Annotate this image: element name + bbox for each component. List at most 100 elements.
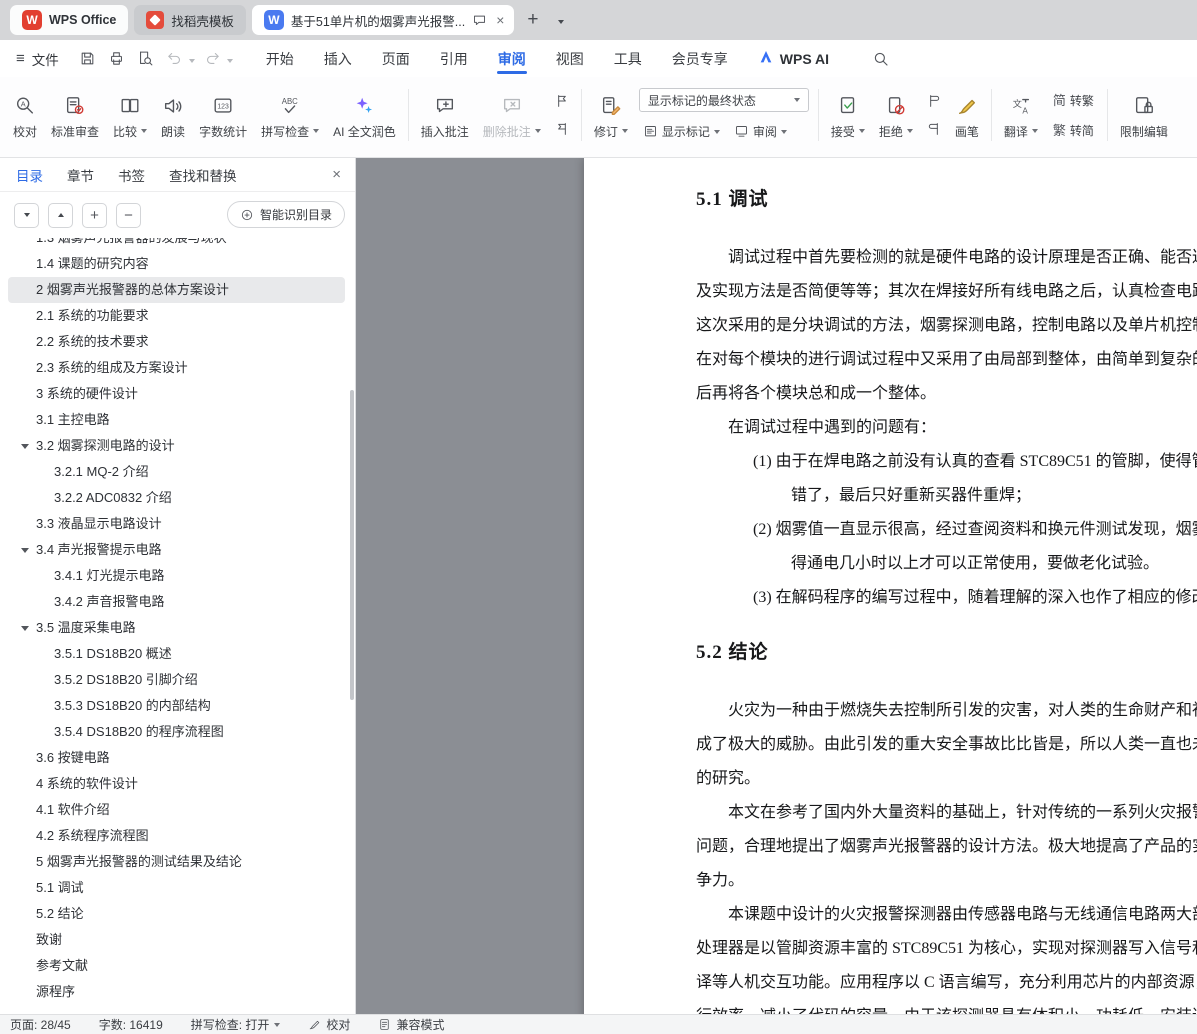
doc-line[interactable]: (1) 由于在焊电路之前没有认真的查看 STC89C51 的管脚，使得管脚 [696, 445, 1197, 479]
doc-line[interactable]: 行效率，减小了代码的容量。由于该探测器具有体积小、功耗低、安装连 [696, 1000, 1197, 1014]
toc-item[interactable]: 3.5.1 DS18B20 概述 [8, 641, 345, 667]
new-tab-button[interactable]: + [520, 5, 545, 35]
toc-item[interactable]: 3.5 温度采集电路 [8, 615, 345, 641]
toc-item[interactable]: 参考文献 [8, 953, 345, 979]
toc-item[interactable]: 3.5.4 DS18B20 的程序流程图 [8, 719, 345, 745]
reject-button[interactable]: 拒绝 [872, 87, 920, 144]
status-word-count[interactable]: 字数: 16419 [99, 1016, 163, 1033]
toc-item[interactable]: 2.3 系统的组成及方案设计 [8, 355, 345, 381]
doc-line[interactable]: 及实现方法是否简便等等；其次在焊接好所有线电路之后，认真检查电路 [696, 275, 1197, 309]
toc-item[interactable]: 致谢 [8, 927, 345, 953]
toc-item[interactable]: 源程序 [8, 979, 345, 1005]
status-page-indicator[interactable]: 页面: 28/45 [10, 1016, 71, 1033]
menu-tab-review[interactable]: 审阅 [483, 40, 541, 77]
sidebar-close-icon[interactable]: × [332, 166, 341, 183]
toc-expand-arrow-icon[interactable] [21, 548, 29, 553]
toc-item[interactable]: 1.3 烟雾声光报警器的发展与现状 [8, 238, 345, 251]
menu-tab-home[interactable]: 开始 [251, 40, 309, 77]
toc-item[interactable]: 2 烟雾声光报警器的总体方案设计 [8, 277, 345, 303]
toc-item[interactable]: 2.2 系统的技术要求 [8, 329, 345, 355]
doc-line[interactable]: 处理器是以管脚资源丰富的 STC89C51 为核心，实现对探测器写入信号和 [696, 932, 1197, 966]
word-count-button[interactable]: 123 字数统计 [192, 87, 254, 144]
doc-heading[interactable]: 5.1 调试 [696, 184, 1197, 211]
toc-zoom-out-button[interactable]: − [116, 202, 141, 228]
toc-item[interactable]: 3.4.1 灯光提示电路 [8, 563, 345, 589]
doc-line[interactable]: 在对每个模块的进行调试过程中又采用了由局部到整体，由简单到复杂的 [696, 343, 1197, 377]
doc-line[interactable]: 本文在参考了国内外大量资料的基础上，针对传统的一系列火灾报警 [696, 796, 1197, 830]
toc-collapse-all-button[interactable] [48, 202, 73, 228]
toc-item[interactable]: 3.2.1 MQ-2 介绍 [8, 459, 345, 485]
ai-polish-button[interactable]: AI 全文润色 [326, 87, 403, 144]
toc-item[interactable]: 3.2 烟雾探测电路的设计 [8, 433, 345, 459]
doc-line[interactable]: 调试过程中首先要检测的就是硬件电路的设计原理是否正确、能否达 [696, 241, 1197, 275]
review-pane-button[interactable]: 审阅 [730, 121, 791, 142]
tab-list-chevron-icon[interactable] [552, 11, 570, 29]
toc-item[interactable]: 3.5.2 DS18B20 引脚介绍 [8, 667, 345, 693]
sidebar-tab-toc[interactable]: 目录 [16, 165, 43, 185]
sidebar-tab-find-replace[interactable]: 查找和替换 [169, 165, 237, 185]
doc-line[interactable]: 得通电几小时以上才可以正常使用，要做老化试验。 [696, 547, 1197, 581]
menu-tab-page[interactable]: 页面 [367, 40, 425, 77]
sidebar-tab-chapters[interactable]: 章节 [67, 165, 94, 185]
toc-item[interactable]: 3.4 声光报警提示电路 [8, 537, 345, 563]
toc-item[interactable]: 3.3 液晶显示电路设计 [8, 511, 345, 537]
spell-check-button[interactable]: ABC 拼写检查 [254, 87, 326, 144]
toc-scrollbar[interactable] [350, 390, 354, 700]
menu-tab-wps-ai[interactable]: WPS AI [743, 49, 844, 68]
toc-item[interactable]: 3.2.2 ADC0832 介绍 [8, 485, 345, 511]
translate-button[interactable]: 文A 翻译 [997, 87, 1045, 144]
menu-tab-tools[interactable]: 工具 [599, 40, 657, 77]
toc-item[interactable]: 5.2 结论 [8, 901, 345, 927]
undo-button[interactable] [162, 46, 188, 72]
proofread-button[interactable]: A 校对 [6, 87, 44, 144]
smart-toc-button[interactable]: 智能识别目录 [226, 201, 345, 228]
toc-zoom-in-button[interactable]: + [82, 202, 107, 228]
doc-line[interactable]: 争力。 [696, 864, 1197, 898]
save-button[interactable] [75, 46, 101, 72]
restrict-edit-button[interactable]: 限制编辑 [1113, 87, 1175, 144]
tab-wps-office[interactable]: W WPS Office [10, 5, 129, 35]
toc-item[interactable]: 3.4.2 声音报警电路 [8, 589, 345, 615]
markup-state-dropdown[interactable]: 显示标记的最终状态 [638, 88, 809, 112]
toc-item[interactable]: 4 系统的软件设计 [8, 771, 345, 797]
file-menu-button[interactable]: ≡ 文件 [0, 49, 75, 69]
search-icon[interactable] [866, 45, 896, 73]
status-spellcheck[interactable]: 拼写检查: 打开 [191, 1016, 281, 1033]
previous-comment-button[interactable] [550, 91, 574, 111]
tab-close-icon[interactable]: × [494, 12, 506, 28]
doc-line[interactable]: (3) 在解码程序的编写过程中，随着理解的深入也作了相应的修改。 [696, 581, 1197, 615]
delete-comment-button[interactable]: 删除批注 [476, 87, 548, 144]
to-simplified-button[interactable]: 繁 转简 [1049, 120, 1098, 141]
toc-expand-all-button[interactable] [14, 202, 39, 228]
previous-change-button[interactable] [922, 91, 946, 111]
redo-chevron-icon[interactable] [226, 50, 233, 68]
sidebar-tab-bookmarks[interactable]: 书签 [118, 165, 145, 185]
doc-line[interactable]: 译等人机交互功能。应用程序以 C 语言编写，充分利用芯片的内部资源， [696, 966, 1197, 1000]
menu-tab-insert[interactable]: 插入 [309, 40, 367, 77]
pen-button[interactable]: 画笔 [948, 87, 986, 144]
toc-item[interactable]: 3.5.3 DS18B20 的内部结构 [8, 693, 345, 719]
accept-button[interactable]: 接受 [824, 87, 872, 144]
status-proofread[interactable]: 校对 [308, 1016, 350, 1033]
undo-chevron-icon[interactable] [188, 50, 195, 68]
doc-line[interactable]: 火灾为一种由于燃烧失去控制所引发的灾害，对人类的生命财产和社 [696, 694, 1197, 728]
tab-document[interactable]: W 基于51单片机的烟雾声光报警... × [251, 5, 515, 35]
standard-review-button[interactable]: 标准审查 [44, 87, 106, 144]
tab-docer[interactable]: 找稻壳模板 [134, 5, 246, 35]
to-traditional-button[interactable]: 简 转繁 [1049, 90, 1098, 111]
menu-tab-member[interactable]: 会员专享 [657, 40, 743, 77]
toc-item[interactable]: 1.4 课题的研究内容 [8, 251, 345, 277]
print-preview-button[interactable] [133, 46, 159, 72]
read-aloud-button[interactable]: 朗读 [154, 87, 192, 144]
toc-item[interactable]: 5 烟雾声光报警器的测试结果及结论 [8, 849, 345, 875]
print-button[interactable] [104, 46, 130, 72]
next-change-button[interactable] [922, 119, 946, 139]
toc-expand-arrow-icon[interactable] [21, 444, 29, 449]
status-compat-mode[interactable]: 兼容模式 [378, 1016, 444, 1033]
doc-line[interactable]: 这次采用的是分块调试的方法，烟雾探测电路，控制电路以及单片机控制 [696, 309, 1197, 343]
toc-item[interactable]: 4.1 软件介绍 [8, 797, 345, 823]
next-comment-button[interactable] [550, 119, 574, 139]
document-page[interactable]: 5.1 调试调试过程中首先要检测的就是硬件电路的设计原理是否正确、能否达 及实现方… [584, 158, 1197, 1014]
doc-line[interactable]: 成了极大的威胁。由此引发的重大安全事故比比皆是，所以人类一直也未 [696, 728, 1197, 762]
track-changes-button[interactable]: 修订 [587, 87, 635, 144]
